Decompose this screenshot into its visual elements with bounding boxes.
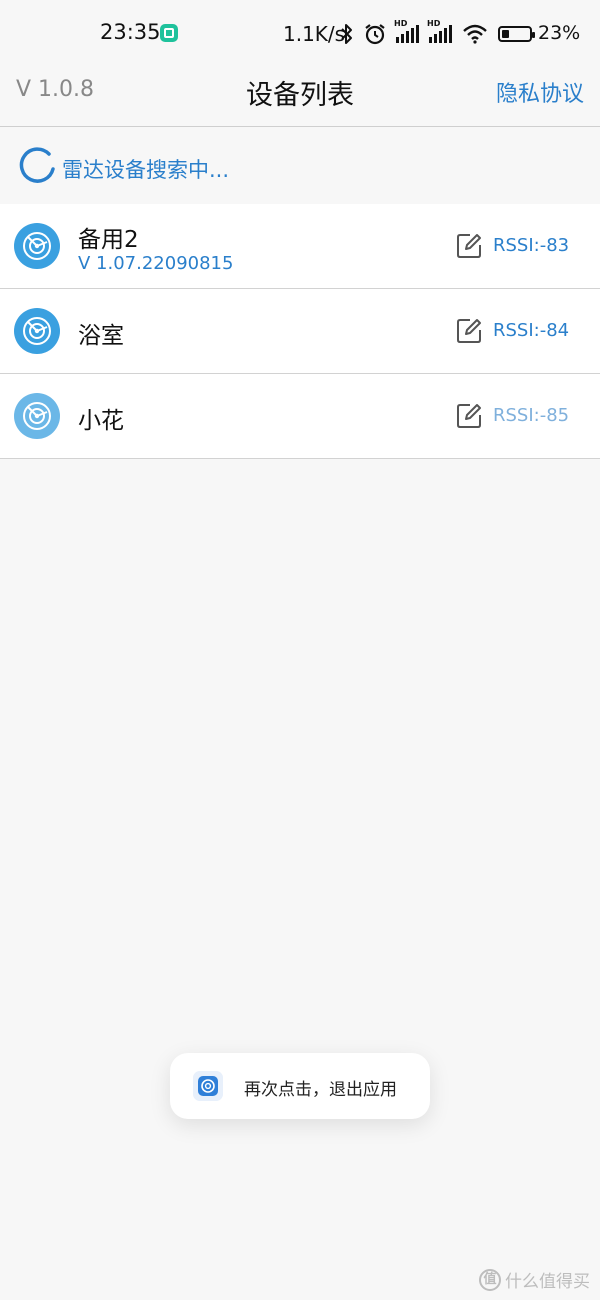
status-bar: 23:35 1.1K/s HD HD 23% — [0, 0, 600, 60]
hd-signal-icon: HD — [394, 19, 419, 43]
battery-icon — [498, 26, 535, 42]
hd-signal-icon: HD — [427, 19, 452, 43]
watermark: 值 什么值得买 — [479, 1267, 590, 1292]
bluetooth-icon — [341, 24, 352, 44]
device-row[interactable]: 小花 RSSI:-85 — [0, 374, 600, 459]
device-name: 备用2 — [78, 227, 139, 253]
radar-device-icon — [14, 223, 60, 269]
edit-icon[interactable] — [456, 403, 482, 429]
device-firmware-version: V 1.07.22090815 — [78, 253, 234, 274]
search-status-text: 雷达设备搜索中... — [62, 158, 230, 182]
edit-icon[interactable] — [456, 318, 482, 344]
title-bar: V 1.0.8 设备列表 隐私协议 — [0, 60, 600, 127]
device-list: 备用2 V 1.07.22090815 RSSI:-83 浴室 RSSI:-84 — [0, 204, 600, 459]
wifi-icon — [463, 24, 487, 44]
device-rssi: RSSI:-83 — [493, 235, 570, 256]
watermark-text: 什么值得买 — [505, 1272, 590, 1292]
edit-icon[interactable] — [456, 233, 482, 259]
app-icon — [193, 1071, 223, 1101]
device-row[interactable]: 备用2 V 1.07.22090815 RSSI:-83 — [0, 204, 600, 289]
status-icons: HD HD — [340, 19, 535, 46]
radar-device-icon — [14, 393, 60, 439]
device-rssi: RSSI:-85 — [493, 405, 570, 426]
radar-device-icon — [14, 308, 60, 354]
loading-spinner-icon — [19, 147, 55, 183]
exit-toast: 再次点击，退出应用 — [170, 1053, 430, 1119]
device-name: 小花 — [78, 408, 124, 434]
mi-app-icon — [160, 24, 178, 42]
status-net-speed: 1.1K/s — [283, 22, 346, 46]
toast-message: 再次点击，退出应用 — [244, 1080, 397, 1100]
watermark-logo: 值 — [479, 1268, 501, 1291]
device-row[interactable]: 浴室 RSSI:-84 — [0, 289, 600, 374]
status-battery-percent: 23% — [538, 22, 581, 44]
device-rssi: RSSI:-84 — [493, 320, 570, 341]
alarm-icon — [365, 24, 385, 45]
search-status: 雷达设备搜索中... — [0, 127, 600, 203]
privacy-policy-link[interactable]: 隐私协议 — [496, 76, 584, 108]
device-name: 浴室 — [78, 323, 124, 349]
status-time: 23:35 — [100, 20, 161, 44]
